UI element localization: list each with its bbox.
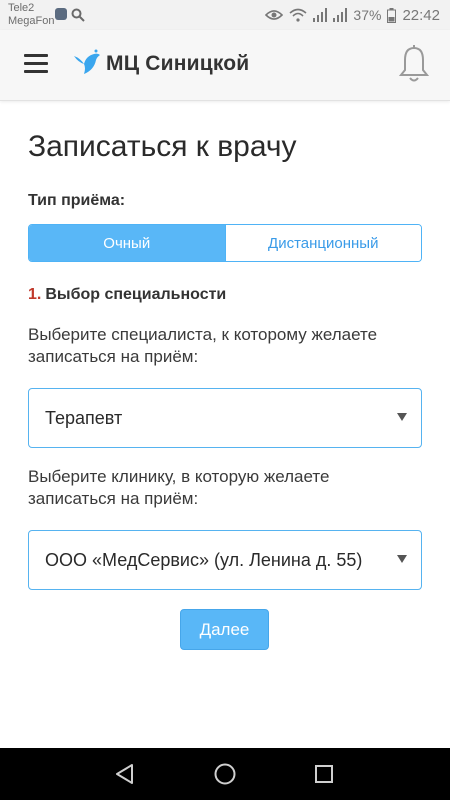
status-right: 37% 22:42 xyxy=(265,0,440,30)
search-icon xyxy=(71,8,85,22)
appointment-type-label: Тип приёма: xyxy=(28,192,126,209)
hamburger-menu-icon[interactable] xyxy=(24,54,48,76)
step-number: 1. xyxy=(28,286,42,303)
appointment-type-toggle: Очный Дистанционный xyxy=(28,224,422,262)
next-button[interactable]: Далее xyxy=(180,609,269,650)
clinic-select[interactable]: ООО «МедСервис» (ул. Ленина д. 55) xyxy=(28,530,422,590)
page-title: Записаться к врачу xyxy=(28,130,297,163)
wifi-icon xyxy=(289,8,307,22)
eye-icon xyxy=(265,10,284,20)
carrier-1: Tele2 xyxy=(8,2,35,14)
carrier-info: Tele2 MegaFon xyxy=(8,2,54,28)
app-header: МЦ Синицкой xyxy=(0,30,450,101)
signal-icon xyxy=(313,8,328,22)
clinic-prompt: Выберите клинику, в которую желаете запи… xyxy=(28,467,330,508)
shield-icon xyxy=(55,8,67,20)
specialist-select[interactable]: Терапевт xyxy=(28,388,422,448)
back-triangle-icon[interactable] xyxy=(114,763,136,785)
specialist-prompt: Выберите специалиста, к которому желаете… xyxy=(28,325,378,366)
clock: 22:42 xyxy=(402,6,440,24)
bell-icon[interactable] xyxy=(396,44,432,84)
appointment-type-remote[interactable]: Дистанционный xyxy=(224,225,421,261)
app-title: МЦ Синицкой xyxy=(106,52,250,75)
battery-percent: 37% xyxy=(353,7,382,23)
battery-icon xyxy=(387,7,397,23)
step-heading: 1. Выбор специальности xyxy=(28,286,226,304)
signal-icon xyxy=(333,8,348,22)
recents-square-icon[interactable] xyxy=(314,764,334,784)
dropdown-arrow-icon xyxy=(397,413,407,421)
status-bar: Tele2 MegaFon 37% 22:42 xyxy=(0,0,450,30)
step-title: Выбор специальности xyxy=(45,286,227,303)
specialist-select-value: Терапевт xyxy=(45,407,123,428)
system-nav-bar xyxy=(0,748,450,800)
bird-logo-icon xyxy=(74,49,100,74)
appointment-type-in-person[interactable]: Очный xyxy=(29,225,225,261)
dropdown-arrow-icon xyxy=(397,555,407,563)
home-circle-icon[interactable] xyxy=(213,762,237,786)
clinic-select-value: ООО «МедСервис» (ул. Ленина д. 55) xyxy=(45,549,363,570)
carrier-2: MegaFon xyxy=(8,15,55,27)
